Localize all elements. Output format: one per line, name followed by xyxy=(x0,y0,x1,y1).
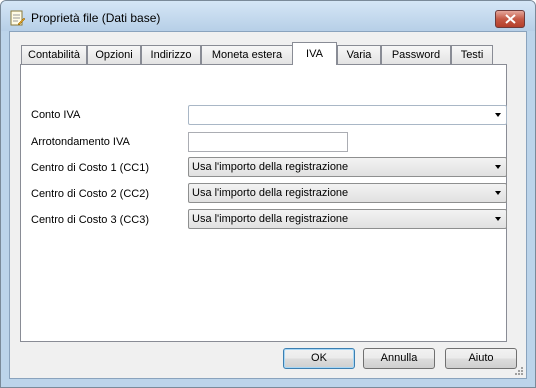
cc3-select[interactable]: Usa l'importo della registrazione xyxy=(188,209,507,229)
tab-testi[interactable]: Testi xyxy=(451,45,493,64)
tab-moneta-estera[interactable]: Moneta estera xyxy=(201,45,293,64)
title-bar[interactable]: Proprietà file (Dati base) xyxy=(1,1,535,31)
close-button[interactable] xyxy=(495,10,525,28)
tab-iva[interactable]: IVA xyxy=(292,42,337,65)
conto-iva-combo[interactable] xyxy=(188,105,507,125)
dropdown-arrow-icon xyxy=(495,113,501,117)
tab-contabilita[interactable]: Contabilità xyxy=(21,45,87,64)
help-button[interactable]: Aiuto xyxy=(445,348,517,369)
dropdown-arrow-icon xyxy=(495,165,501,169)
dialog-client: Contabilità Opzioni Indirizzo Moneta est… xyxy=(9,31,527,379)
dropdown-arrow-icon xyxy=(495,217,501,221)
cc2-select[interactable]: Usa l'importo della registrazione xyxy=(188,183,507,203)
conto-iva-label: Conto IVA xyxy=(31,109,81,121)
cc1-label: Centro di Costo 1 (CC1) xyxy=(31,162,149,174)
tab-indirizzo[interactable]: Indirizzo xyxy=(141,45,201,64)
tab-password[interactable]: Password xyxy=(381,45,451,64)
arrotondamento-iva-input[interactable] xyxy=(188,132,348,152)
iva-tab-panel: Conto IVA Arrotondamento IVA Centro di C… xyxy=(20,64,507,342)
cc2-value: Usa l'importo della registrazione xyxy=(192,187,349,199)
file-properties-icon xyxy=(9,10,26,26)
dropdown-arrow-icon xyxy=(495,191,501,195)
cc3-label: Centro di Costo 3 (CC3) xyxy=(31,214,149,226)
window-title: Proprietà file (Dati base) xyxy=(31,11,161,25)
cc2-label: Centro di Costo 2 (CC2) xyxy=(31,188,149,200)
cc1-value: Usa l'importo della registrazione xyxy=(192,161,349,173)
ok-button[interactable]: OK xyxy=(283,348,355,369)
close-icon xyxy=(505,14,516,24)
tab-varia[interactable]: Varia xyxy=(337,45,381,64)
tab-opzioni[interactable]: Opzioni xyxy=(87,45,141,64)
dialog-window: Proprietà file (Dati base) Contabilità O… xyxy=(0,0,536,388)
cancel-button[interactable]: Annulla xyxy=(363,348,435,369)
arrotondamento-iva-label: Arrotondamento IVA xyxy=(31,136,130,148)
cc1-select[interactable]: Usa l'importo della registrazione xyxy=(188,157,507,177)
resize-grip-icon[interactable] xyxy=(512,364,524,376)
cc3-value: Usa l'importo della registrazione xyxy=(192,213,349,225)
